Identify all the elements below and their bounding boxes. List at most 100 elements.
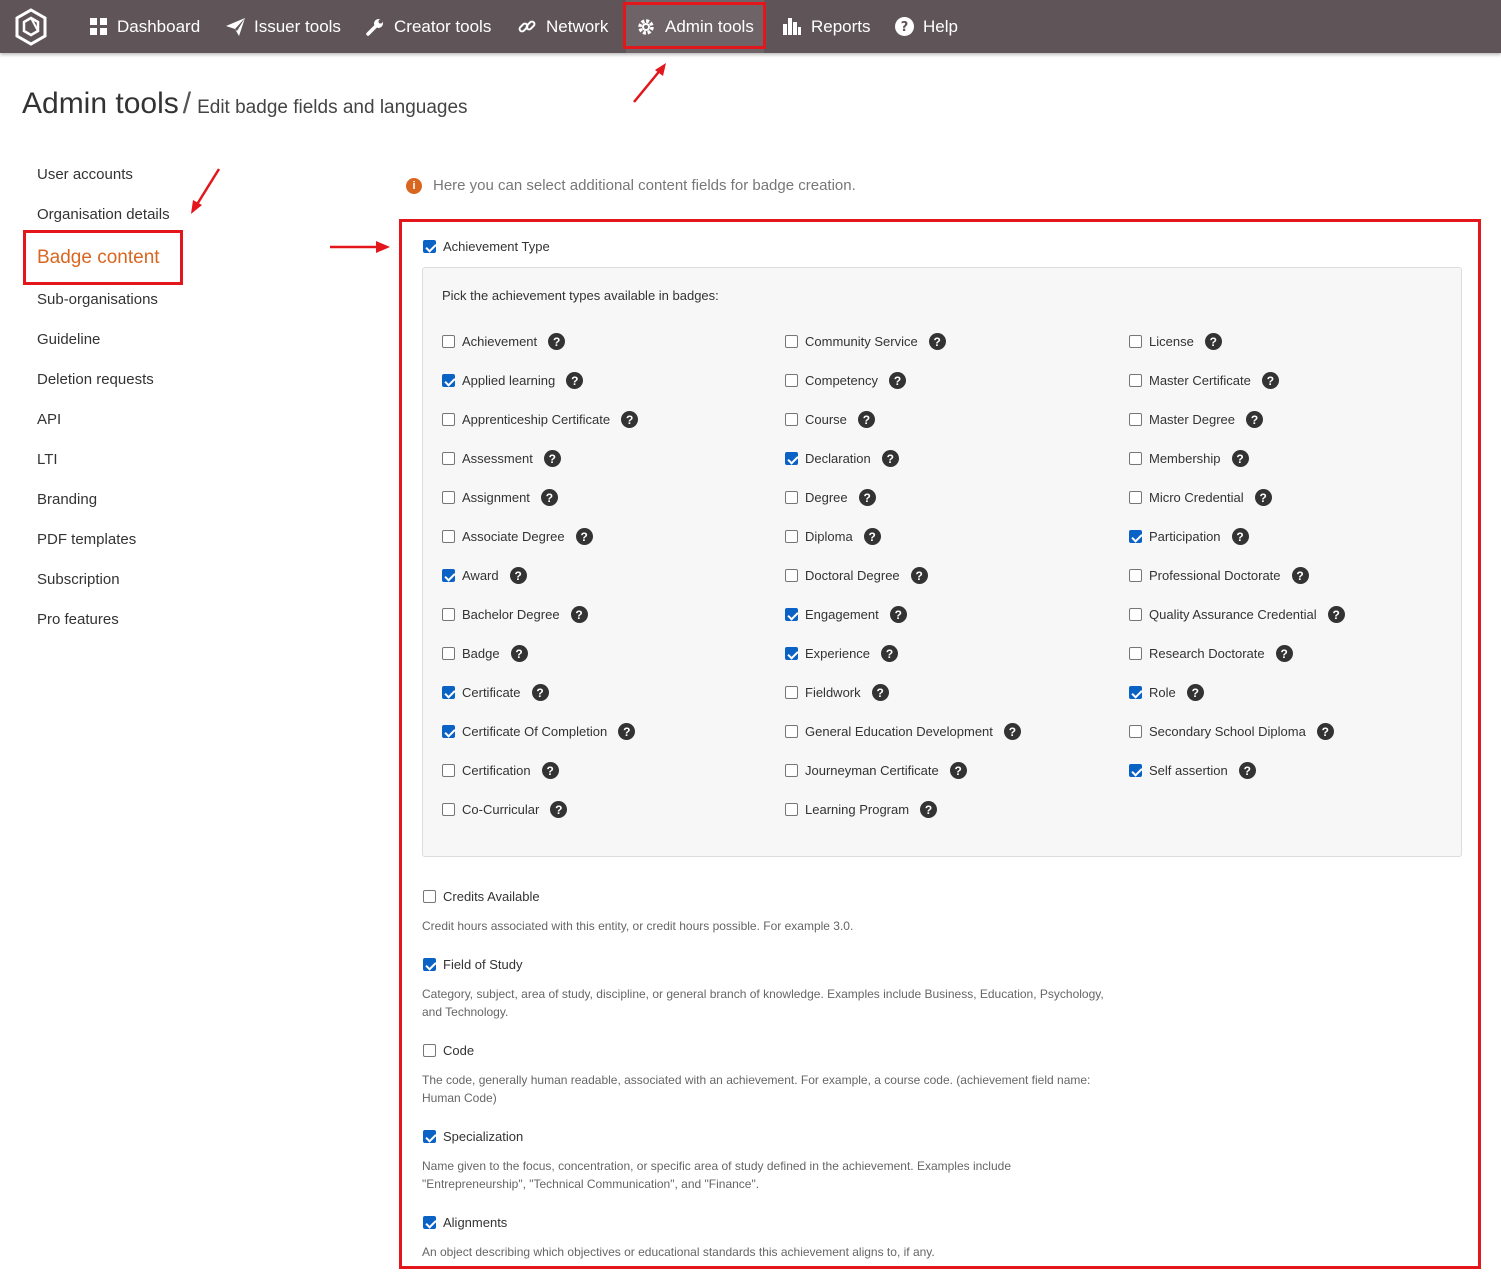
achievement-type-license-checkbox[interactable]	[1129, 335, 1142, 348]
help-icon[interactable]: ?	[548, 333, 566, 350]
achievement-type-certificate-checkbox[interactable]	[442, 686, 455, 699]
help-icon[interactable]: ?	[881, 645, 899, 662]
help-icon[interactable]: ?	[570, 606, 588, 623]
achievement-type-master-degree-checkbox[interactable]	[1129, 413, 1142, 426]
sidebar-item-pro-features[interactable]: Pro features	[37, 611, 119, 628]
sidebar-item-lti[interactable]: LTI	[37, 451, 58, 468]
achievement-type-assignment-checkbox[interactable]	[442, 491, 455, 504]
specialization-checkbox[interactable]	[423, 1130, 436, 1143]
help-icon[interactable]: ?	[618, 723, 636, 740]
help-icon[interactable]: ?	[857, 411, 875, 428]
sidebar-item-badge-content[interactable]: Badge content	[23, 230, 183, 285]
nav-creator-tools[interactable]: Creator tools	[365, 0, 491, 53]
nav-network[interactable]: Network	[517, 0, 608, 53]
help-icon[interactable]: ?	[889, 606, 907, 623]
help-icon[interactable]: ?	[1316, 723, 1334, 740]
achievement-type-certificate-of-completion-checkbox[interactable]	[442, 725, 455, 738]
help-icon[interactable]: ?	[881, 450, 899, 467]
achievement-type-bachelor-degree-checkbox[interactable]	[442, 608, 455, 621]
achievement-type-achievement-checkbox[interactable]	[442, 335, 455, 348]
achievement-type-role-checkbox[interactable]	[1129, 686, 1142, 699]
achievement-type-fieldwork-checkbox[interactable]	[785, 686, 798, 699]
help-icon[interactable]: ?	[550, 801, 568, 818]
achievement-type-associate-degree-checkbox[interactable]	[442, 530, 455, 543]
help-icon[interactable]: ?	[1291, 567, 1309, 584]
help-icon[interactable]: ?	[928, 333, 946, 350]
help-icon[interactable]: ?	[920, 801, 938, 818]
achievement-type-secondary-school-diploma-checkbox[interactable]	[1129, 725, 1142, 738]
achievement-type-experience-checkbox[interactable]	[785, 647, 798, 660]
help-icon[interactable]: ?	[1238, 762, 1256, 779]
help-icon[interactable]: ?	[888, 372, 906, 389]
help-icon[interactable]: ?	[543, 450, 561, 467]
sidebar-item-organisation-details[interactable]: Organisation details	[37, 206, 170, 223]
help-icon[interactable]: ?	[1327, 606, 1345, 623]
help-icon[interactable]: ?	[863, 528, 881, 545]
achievement-type-micro-credential-checkbox[interactable]	[1129, 491, 1142, 504]
achievement-type-self-assertion-checkbox[interactable]	[1129, 764, 1142, 777]
achievement-type-competency-checkbox[interactable]	[785, 374, 798, 387]
achievement-type-apprenticeship-certificate-checkbox[interactable]	[442, 413, 455, 426]
help-icon[interactable]: ?	[575, 528, 593, 545]
sidebar-item-api[interactable]: API	[37, 411, 61, 428]
help-icon[interactable]: ?	[531, 684, 549, 701]
achievement-type-course-checkbox[interactable]	[785, 413, 798, 426]
sidebar-item-pdf-templates[interactable]: PDF templates	[37, 531, 136, 548]
help-icon[interactable]: ?	[1003, 723, 1021, 740]
sidebar-item-deletion-requests[interactable]: Deletion requests	[37, 371, 154, 388]
sidebar-item-subscription[interactable]: Subscription	[37, 571, 120, 588]
help-icon[interactable]: ?	[1261, 372, 1279, 389]
achievement-type-participation-checkbox[interactable]	[1129, 530, 1142, 543]
help-icon[interactable]: ?	[1275, 645, 1293, 662]
help-icon[interactable]: ?	[910, 567, 928, 584]
achievement-type-quality-assurance-credential-checkbox[interactable]	[1129, 608, 1142, 621]
achievement-type-award-checkbox[interactable]	[442, 569, 455, 582]
achievement-type-professional-doctorate-checkbox[interactable]	[1129, 569, 1142, 582]
achievement-type-applied-learning-checkbox[interactable]	[442, 374, 455, 387]
achievement-type-general-education-development-checkbox[interactable]	[785, 725, 798, 738]
achievement-type-learning-program-checkbox[interactable]	[785, 803, 798, 816]
help-icon[interactable]: ?	[541, 762, 559, 779]
code-checkbox[interactable]	[423, 1044, 436, 1057]
help-icon[interactable]: ?	[621, 411, 639, 428]
app-logo-icon[interactable]	[14, 8, 48, 46]
sidebar-item-user-accounts[interactable]: User accounts	[37, 166, 133, 183]
help-icon[interactable]: ?	[540, 489, 558, 506]
help-icon[interactable]: ?	[1186, 684, 1204, 701]
achievement-type-co-curricular-checkbox[interactable]	[442, 803, 455, 816]
nav-dashboard[interactable]: Dashboard	[88, 0, 200, 53]
achievement-type-journeyman-certificate-checkbox[interactable]	[785, 764, 798, 777]
achievement-type-engagement-checkbox[interactable]	[785, 608, 798, 621]
achievement-type-badge-checkbox[interactable]	[442, 647, 455, 660]
help-icon[interactable]: ?	[1231, 450, 1249, 467]
help-icon[interactable]: ?	[566, 372, 584, 389]
help-icon[interactable]: ?	[1254, 489, 1272, 506]
achievement-type-community-service-checkbox[interactable]	[785, 335, 798, 348]
sidebar-item-branding[interactable]: Branding	[37, 491, 97, 508]
sidebar-item-sub-organisations[interactable]: Sub-organisations	[37, 291, 158, 308]
alignments-checkbox[interactable]	[423, 1216, 436, 1229]
achievement-type-diploma-checkbox[interactable]	[785, 530, 798, 543]
achievement-type-master-certificate-checkbox[interactable]	[1129, 374, 1142, 387]
field-of-study-checkbox[interactable]	[423, 958, 436, 971]
help-icon[interactable]: ?	[1231, 528, 1249, 545]
help-icon[interactable]: ?	[949, 762, 967, 779]
nav-issuer-tools[interactable]: Issuer tools	[225, 0, 341, 53]
achievement-type-checkbox[interactable]	[423, 240, 436, 253]
help-icon[interactable]: ?	[1204, 333, 1222, 350]
achievement-type-membership-checkbox[interactable]	[1129, 452, 1142, 465]
help-icon[interactable]: ?	[858, 489, 876, 506]
achievement-type-research-doctorate-checkbox[interactable]	[1129, 647, 1142, 660]
credits-available-checkbox[interactable]	[423, 890, 436, 903]
achievement-type-declaration-checkbox[interactable]	[785, 452, 798, 465]
achievement-type-doctoral-degree-checkbox[interactable]	[785, 569, 798, 582]
help-icon[interactable]: ?	[509, 567, 527, 584]
nav-reports[interactable]: Reports	[782, 0, 871, 53]
help-icon[interactable]: ?	[871, 684, 889, 701]
help-icon[interactable]: ?	[510, 645, 528, 662]
achievement-type-degree-checkbox[interactable]	[785, 491, 798, 504]
help-icon[interactable]: ?	[1245, 411, 1263, 428]
achievement-type-assessment-checkbox[interactable]	[442, 452, 455, 465]
sidebar-item-guideline[interactable]: Guideline	[37, 331, 100, 348]
nav-help[interactable]: ? Help	[894, 0, 958, 53]
